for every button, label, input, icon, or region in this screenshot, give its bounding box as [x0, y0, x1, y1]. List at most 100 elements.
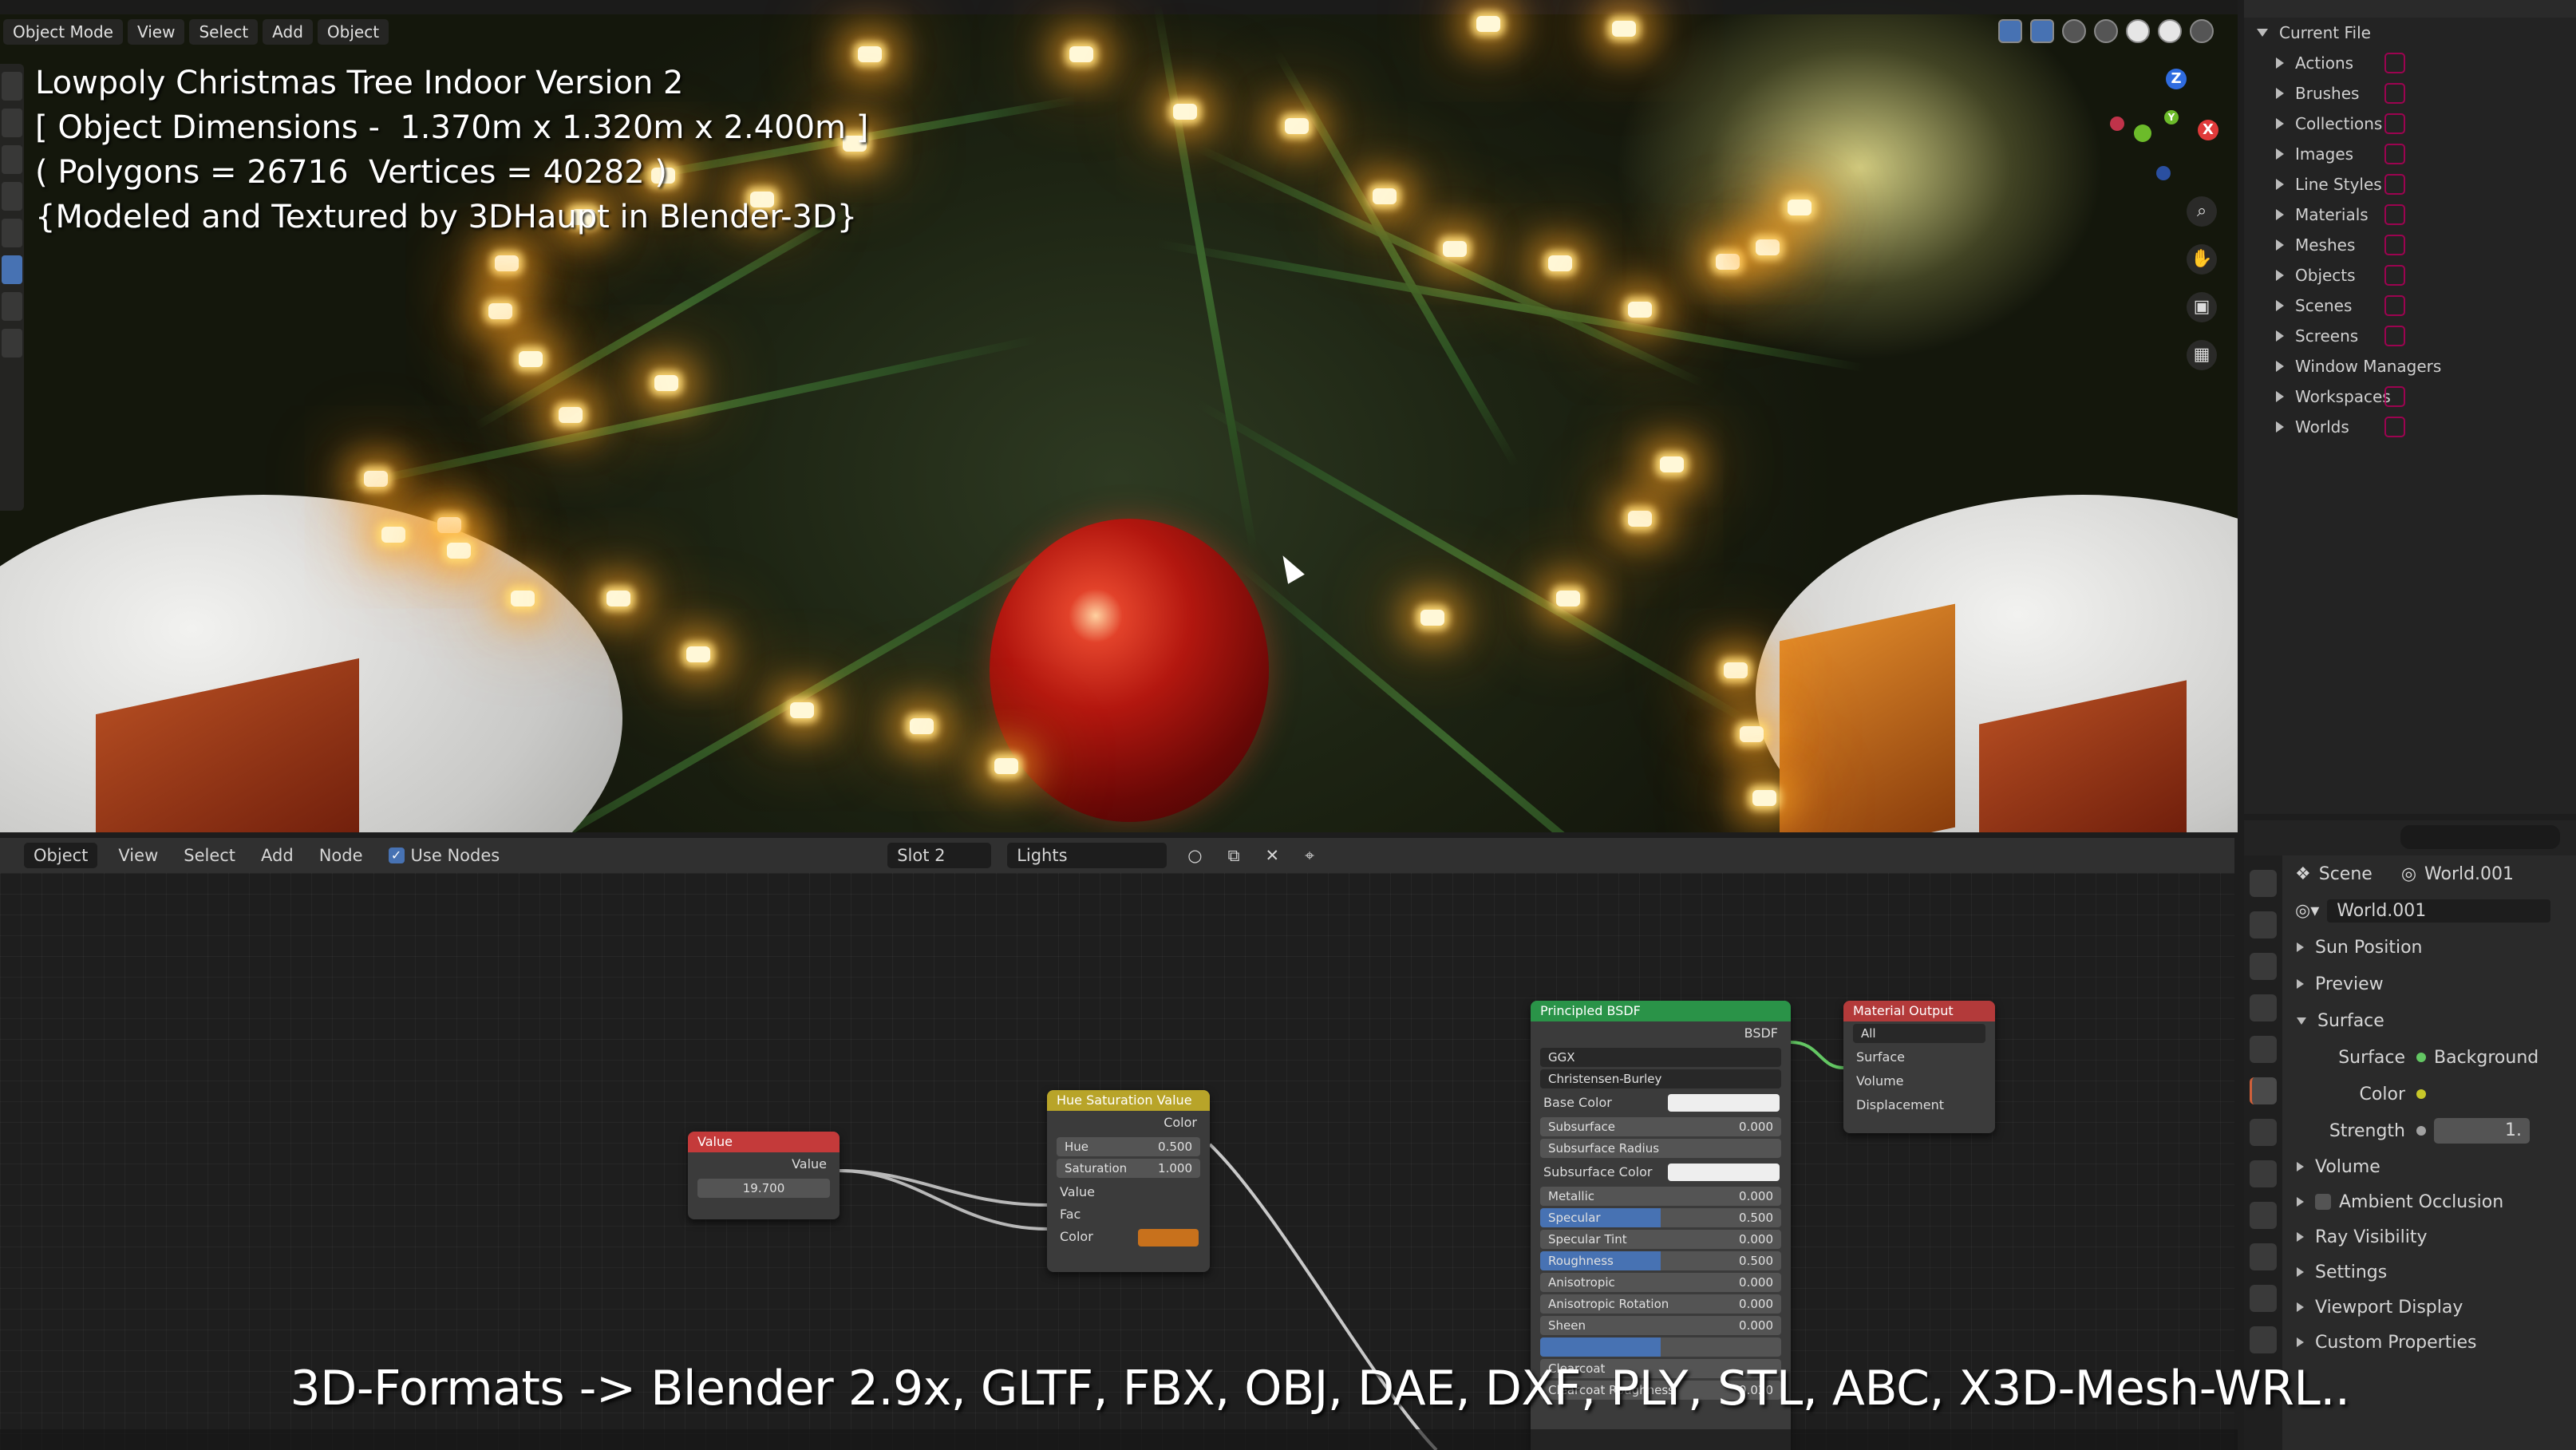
bsdf-input-row[interactable]: Subsurface Radius	[1540, 1139, 1781, 1158]
color-swatch[interactable]	[1668, 1164, 1780, 1181]
particles-tab-icon[interactable]	[2250, 1202, 2277, 1229]
collapsed-arrow-icon[interactable]	[2276, 270, 2284, 281]
strength-field[interactable]: 1.	[2434, 1118, 2530, 1144]
tool-tab-icon[interactable]	[2250, 870, 2277, 897]
slot-dropdown[interactable]: Slot 2	[887, 843, 992, 868]
hsv-color-swatch[interactable]	[1138, 1229, 1199, 1247]
bsdf-input-row[interactable]: Anisotropic Rotation 0.000	[1540, 1294, 1781, 1314]
hsv-hue-field[interactable]: Hue 0.500	[1057, 1137, 1200, 1156]
bsdf-input-row[interactable]: Metallic 0.000	[1540, 1187, 1781, 1206]
outliner-root[interactable]: Current File	[2244, 18, 2576, 48]
hue-saturation-value-node[interactable]: Hue Saturation Value Color Hue 0.500 Satu…	[1047, 1090, 1210, 1272]
object-tab-icon[interactable]	[2250, 1119, 2277, 1146]
properties-panel[interactable]: Ray Visibility	[2287, 1219, 2576, 1254]
value-node-field[interactable]: 19.700	[697, 1179, 830, 1198]
breadcrumb-scene[interactable]: Scene	[2319, 864, 2373, 884]
camera-view-icon[interactable]: ▣	[2187, 292, 2217, 322]
bsdf-input-row[interactable]	[1540, 1337, 1781, 1357]
bsdf-input-row[interactable]: Subsurface Color	[1531, 1160, 1791, 1184]
collapsed-arrow-icon[interactable]	[2276, 118, 2284, 129]
unlink-close-icon[interactable]: ✕	[1261, 843, 1285, 868]
transform-tool-icon[interactable]	[2, 255, 22, 284]
properties-panel[interactable]: Settings	[2287, 1254, 2576, 1290]
bsdf-input-row[interactable]: Subsurface 0.000	[1540, 1117, 1781, 1136]
rendered-shading-icon[interactable]	[2190, 19, 2214, 43]
gizmo-neg-z-icon[interactable]	[2156, 166, 2171, 180]
collapsed-arrow-icon[interactable]	[2276, 88, 2284, 99]
outliner-item[interactable]: Line Styles	[2244, 169, 2576, 200]
gizmo-y-axis[interactable]: Y	[2164, 110, 2179, 124]
material-output-node[interactable]: Material Output All Surface Volume Displ…	[1843, 1001, 1995, 1133]
properties-panel[interactable]: Volume	[2287, 1149, 2576, 1184]
node-menu-view[interactable]: View	[113, 843, 163, 868]
zoom-icon[interactable]: ⌕	[2187, 196, 2217, 227]
viewport-menu-object[interactable]: Object	[317, 19, 389, 45]
outliner-item[interactable]: Collections	[2244, 109, 2576, 139]
node-menu-select[interactable]: Select	[179, 843, 240, 868]
collapsed-arrow-icon[interactable]	[2276, 209, 2284, 220]
collapsed-arrow-icon[interactable]	[2276, 239, 2284, 251]
bsdf-input-row[interactable]: Base Color	[1531, 1091, 1791, 1115]
gizmo-x-axis[interactable]: X	[2198, 120, 2218, 140]
material-shading-icon[interactable]	[2158, 19, 2182, 43]
world-tab-icon[interactable]	[2250, 1077, 2277, 1104]
editor-type-dropdown[interactable]: Object	[24, 843, 98, 868]
outliner-item[interactable]: Window Managers	[2244, 351, 2576, 381]
color-swatch[interactable]	[1668, 1094, 1780, 1112]
xray-toggle-icon[interactable]	[2062, 19, 2086, 43]
value-socket-icon[interactable]	[2416, 1126, 2426, 1136]
measure-tool-icon[interactable]	[2, 329, 22, 358]
properties-panel[interactable]: Custom Properties	[2287, 1325, 2576, 1360]
collapsed-arrow-icon[interactable]	[2276, 57, 2284, 69]
hsv-node-title[interactable]: Hue Saturation Value	[1047, 1090, 1210, 1111]
properties-panel[interactable]: Ambient Occlusion	[2287, 1184, 2576, 1219]
solid-shading-icon[interactable]	[2126, 19, 2150, 43]
data-tab-icon[interactable]	[2250, 1326, 2277, 1353]
pan-hand-icon[interactable]: ✋	[2187, 244, 2217, 275]
modifier-tab-icon[interactable]	[2250, 1160, 2277, 1187]
rotate-tool-icon[interactable]	[2, 182, 22, 211]
bsdf-input-row[interactable]: Roughness 0.500	[1540, 1251, 1781, 1270]
hsv-saturation-field[interactable]: Saturation 1.000	[1057, 1159, 1200, 1178]
physics-tab-icon[interactable]	[2250, 1243, 2277, 1270]
navigation-gizmo[interactable]: Z X Y	[2091, 64, 2218, 192]
select-box-tool-icon[interactable]	[2, 72, 22, 101]
view-layer-tab-icon[interactable]	[2250, 994, 2277, 1021]
node-menu-node[interactable]: Node	[314, 843, 368, 868]
properties-panel[interactable]: Viewport Display	[2287, 1290, 2576, 1325]
bsdf-input-row[interactable]: Specular 0.500	[1540, 1208, 1781, 1227]
output-target-dropdown[interactable]: All	[1853, 1024, 1985, 1043]
use-nodes-toggle[interactable]: ✓ Use Nodes	[384, 843, 505, 868]
wireframe-shading-icon[interactable]	[2094, 19, 2118, 43]
output-tab-icon[interactable]	[2250, 953, 2277, 980]
pin-icon[interactable]: ⌖	[1300, 843, 1319, 869]
checkbox-checked-icon[interactable]: ✓	[388, 847, 405, 863]
panel-surface[interactable]: Surface	[2287, 1002, 2576, 1039]
render-tab-icon[interactable]	[2250, 911, 2277, 938]
properties-search-field[interactable]	[2400, 825, 2560, 849]
world-browse-icon[interactable]: ◎▾	[2295, 901, 2319, 921]
outliner-item[interactable]: Images	[2244, 139, 2576, 169]
material-output-title[interactable]: Material Output	[1843, 1001, 1995, 1021]
world-name-field[interactable]: World.001	[2327, 899, 2551, 923]
perspective-grid-icon[interactable]: ▦	[2187, 340, 2217, 370]
bsdf-input-row[interactable]: Anisotropic 0.000	[1540, 1273, 1781, 1292]
collapsed-arrow-icon[interactable]	[2276, 179, 2284, 190]
bsdf-input-row[interactable]: Sheen 0.000	[1540, 1316, 1781, 1335]
outliner-item[interactable]: Materials	[2244, 200, 2576, 230]
distribution-dropdown[interactable]: GGX	[1540, 1048, 1781, 1067]
gizmo-neg-x-icon[interactable]	[2110, 117, 2124, 131]
outliner-item[interactable]: Scenes	[2244, 290, 2576, 321]
outliner-item[interactable]: Brushes	[2244, 78, 2576, 109]
checkbox-icon[interactable]	[2315, 1194, 2331, 1210]
viewport-menu-select[interactable]: Select	[189, 19, 259, 45]
panel-preview[interactable]: Preview	[2287, 966, 2576, 1002]
value-node-title[interactable]: Value	[688, 1132, 840, 1152]
outliner-item[interactable]: Actions	[2244, 48, 2576, 78]
gizmo-z-axis[interactable]: Z	[2166, 69, 2187, 89]
breadcrumb-world[interactable]: World.001	[2424, 864, 2514, 884]
overlay-toggle-icon[interactable]	[1998, 19, 2022, 43]
node-menu-add[interactable]: Add	[256, 843, 298, 868]
collapsed-arrow-icon[interactable]	[2276, 330, 2284, 342]
value-node[interactable]: Value Value 19.700	[688, 1132, 840, 1219]
